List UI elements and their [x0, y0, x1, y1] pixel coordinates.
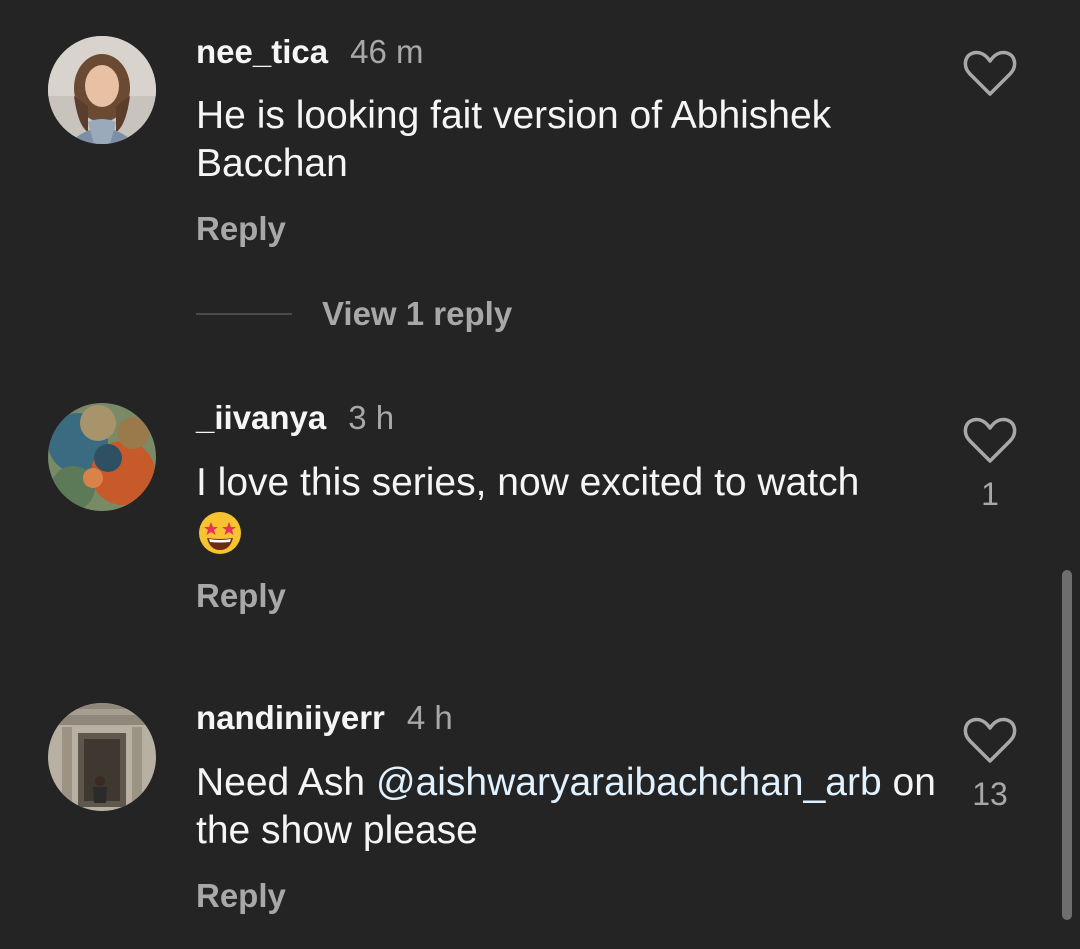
- comment-item: nandiniiyerr 4 h Need Ash @aishwaryaraiba…: [0, 0, 1080, 949]
- avatar[interactable]: [48, 703, 156, 811]
- reply-button[interactable]: Reply: [196, 877, 286, 915]
- comment-header: nandiniiyerr 4 h: [196, 696, 453, 740]
- like-button[interactable]: [962, 715, 1018, 765]
- mention-link[interactable]: @aishwaryaraibachchan_arb: [376, 761, 882, 804]
- like-count: 13: [972, 776, 1008, 812]
- comment-text-before: Need Ash: [196, 761, 376, 804]
- scrollbar[interactable]: [1062, 570, 1072, 920]
- user-avatar-image: [48, 703, 156, 811]
- heart-outline-icon: [963, 717, 1017, 763]
- comment-text: Need Ash @aishwaryaraibachchan_arb on th…: [196, 759, 936, 855]
- username[interactable]: nandiniiyerr: [196, 699, 385, 736]
- timestamp: 4 h: [406, 699, 453, 736]
